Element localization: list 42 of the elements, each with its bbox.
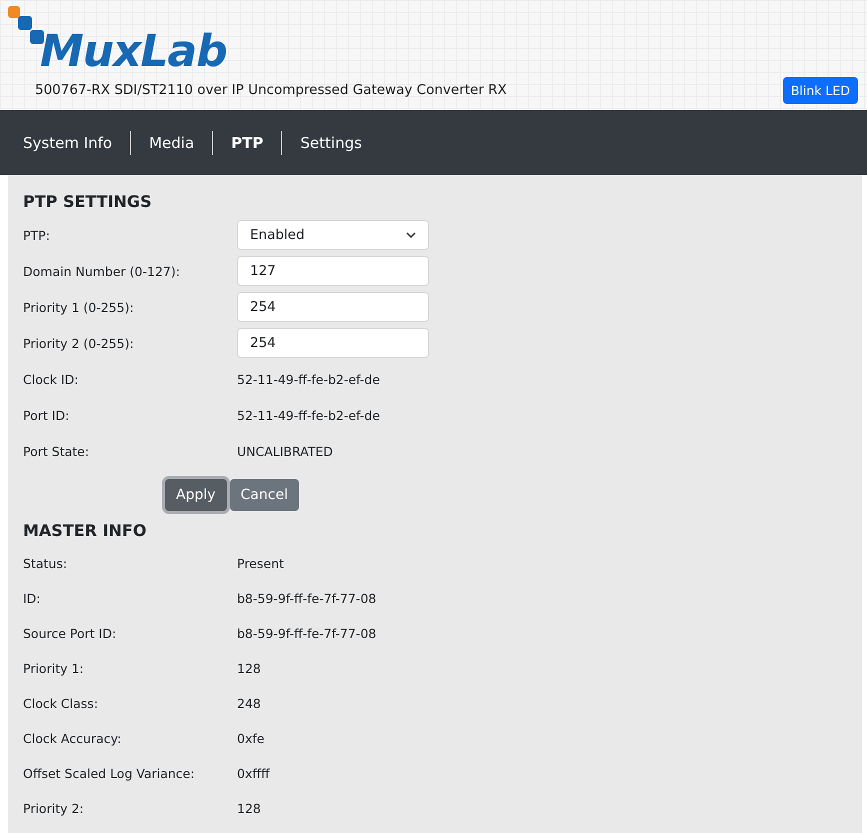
input-field[interactable]: 127: [237, 256, 429, 286]
input-field[interactable]: 254: [237, 328, 429, 358]
input-field[interactable]: 254: [237, 292, 429, 322]
section-title: PTP SETTINGS: [23, 192, 153, 211]
field-value: 0xfe: [237, 731, 266, 746]
nav-tab[interactable]: Media: [149, 134, 194, 152]
field-value: 0xffff: [237, 766, 271, 781]
field-label: Priority 2 (0-255):: [23, 336, 135, 350]
field-value: 128: [237, 661, 262, 676]
ptp-select[interactable]: Enabled: [237, 220, 429, 250]
field-label: Clock Class:: [23, 696, 100, 711]
field-label: Source Port ID:: [23, 626, 118, 641]
cancel-button[interactable]: Cancel: [230, 479, 299, 511]
section-title: MASTER INFO: [23, 521, 148, 540]
field-label: Priority 1 (0-255):: [23, 300, 135, 314]
field-value: 248: [237, 696, 262, 711]
field-label: Port State:: [23, 444, 90, 458]
nav-tab[interactable]: PTP: [231, 134, 264, 152]
chevron-icon: [406, 232, 416, 238]
field-label: Priority 2:: [23, 801, 85, 816]
product-title: 500767-RX SDI/ST2110 over IP Uncompressed Gateway Converter RX: [35, 82, 507, 98]
field-label: Clock Accuracy:: [23, 731, 122, 746]
nav-tab[interactable]: Settings: [300, 134, 362, 152]
blink-led-button[interactable]: Blink LED: [782, 77, 858, 104]
field-label: ID:: [23, 591, 42, 606]
field-value: b8-59-9f-ff-fe-7f-77-08: [237, 626, 378, 641]
field-value: 52-11-49-ff-fe-b2-ef-de: [237, 408, 381, 422]
field-value: b8-59-9f-ff-fe-7f-77-08: [237, 591, 378, 606]
field-value: 128: [237, 801, 262, 816]
field-value: UNCALIBRATED: [237, 444, 334, 458]
logo: MuxLab: [40, 30, 227, 74]
field-value: 52-11-49-ff-fe-b2-ef-de: [237, 372, 381, 386]
field-label: Status:: [23, 556, 68, 571]
field-label: Priority 1:: [23, 661, 85, 676]
field-label: Offset Scaled Log Variance:: [23, 766, 196, 781]
field-label: Port ID:: [23, 408, 70, 422]
field-label: Clock ID:: [23, 372, 80, 386]
field-label: Domain Number (0-127):: [23, 264, 181, 278]
field-value: Present: [237, 556, 285, 571]
apply-button[interactable]: Apply: [165, 479, 227, 511]
nav-tab[interactable]: System Info: [23, 134, 112, 152]
field-label: PTP:: [23, 228, 51, 242]
